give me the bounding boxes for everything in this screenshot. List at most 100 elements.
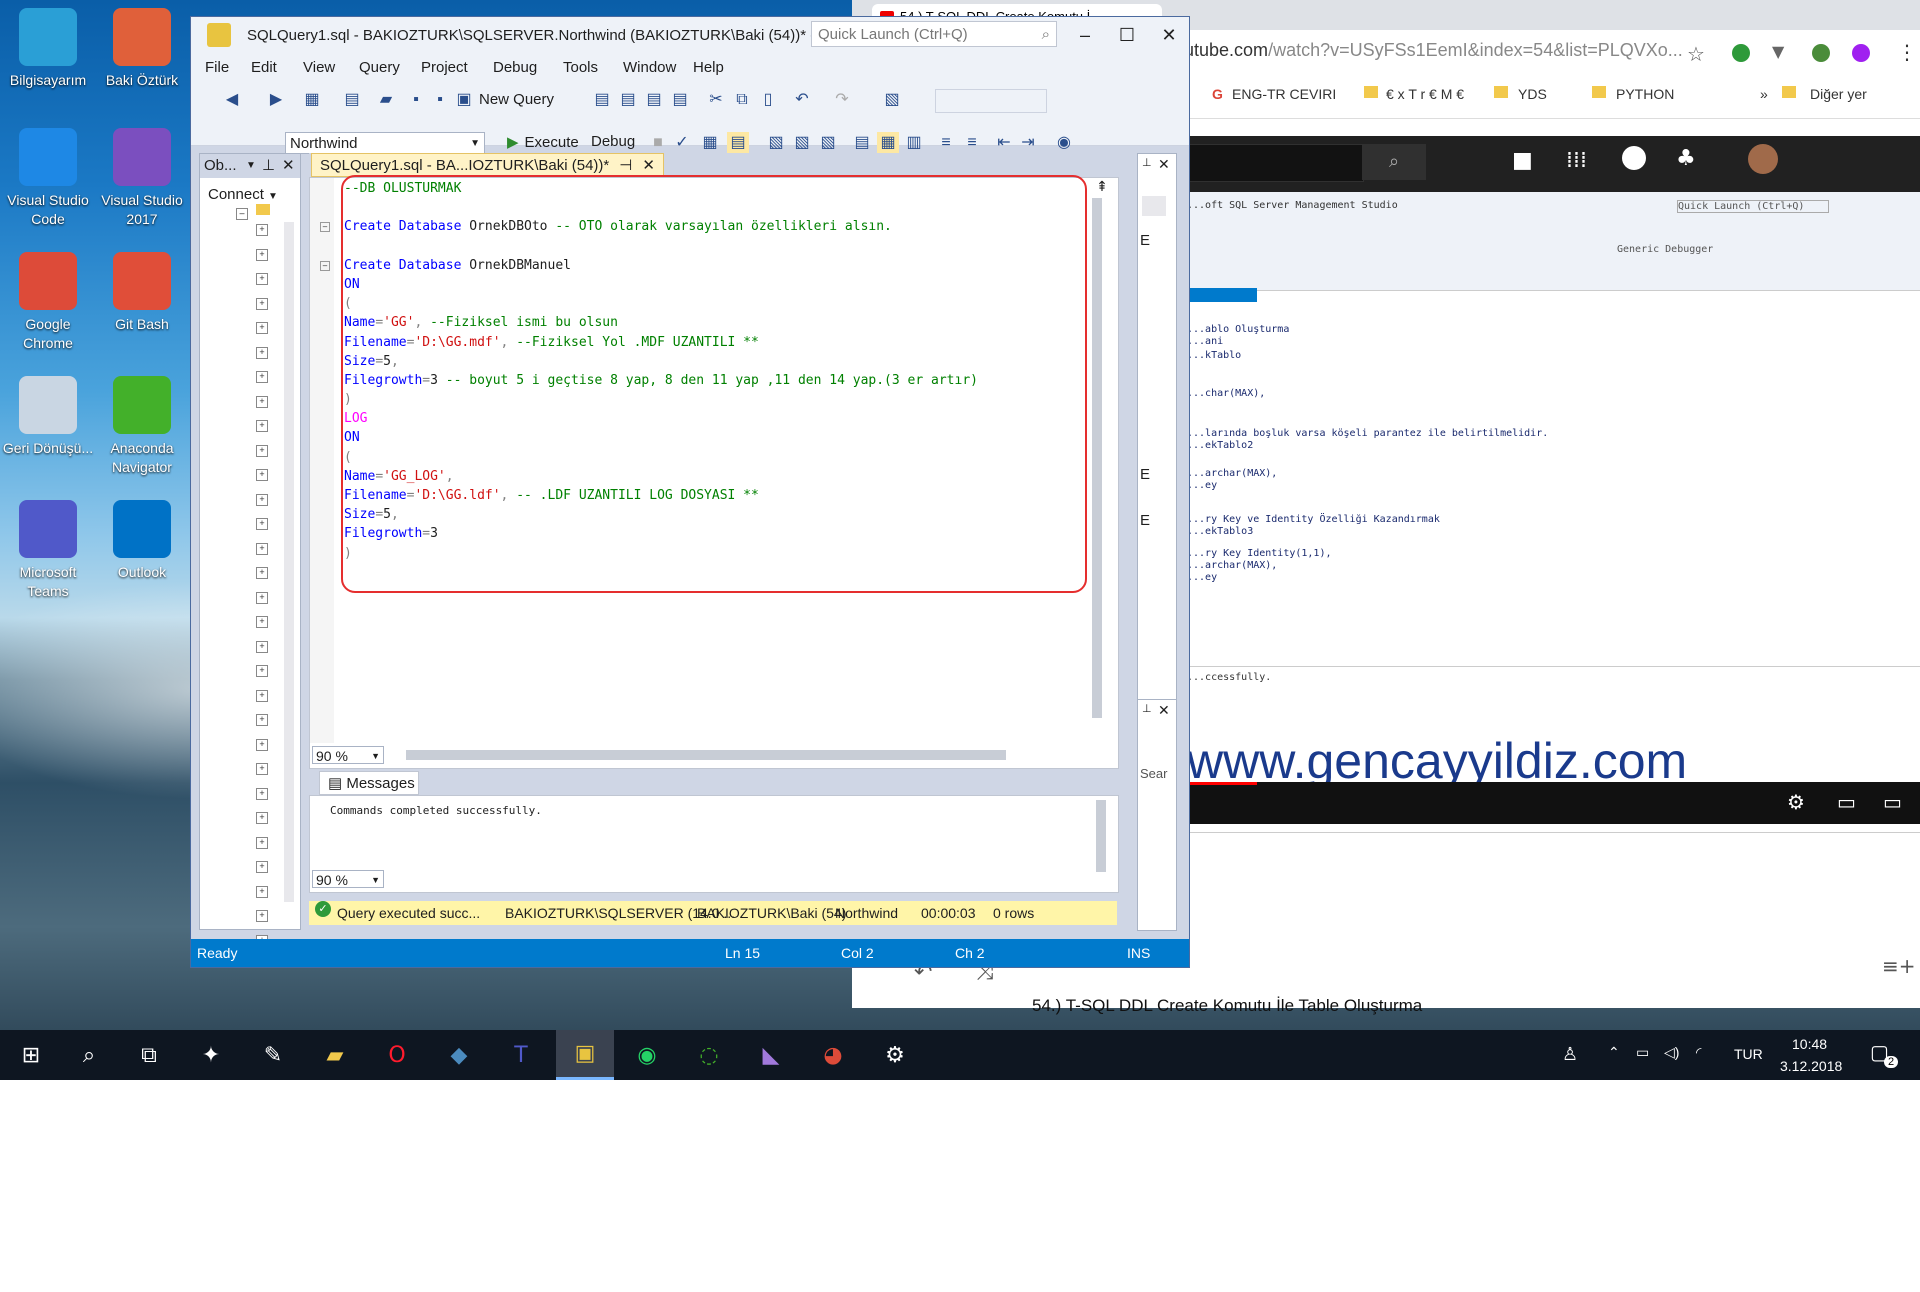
expand-node-icon[interactable]: + <box>256 273 268 285</box>
menu-item[interactable]: Project <box>421 59 468 76</box>
forward-icon[interactable]: ▶ <box>265 89 287 111</box>
close-icon[interactable]: ✕ <box>282 154 295 178</box>
close-icon[interactable]: ✕ <box>1158 702 1170 719</box>
ssms-taskbar-icon[interactable]: ▣ <box>556 1030 614 1080</box>
expand-node-icon[interactable]: + <box>256 567 268 579</box>
dax-query-icon[interactable]: ▤ <box>669 89 691 111</box>
settings-gear-icon[interactable]: ⚙ <box>1787 790 1805 814</box>
mdx-query-icon[interactable]: ▤ <box>591 89 613 111</box>
query-options-icon[interactable]: ▧ <box>791 132 813 154</box>
expand-node-icon[interactable]: + <box>256 518 268 530</box>
side-search-input[interactable]: Sear <box>1140 766 1167 781</box>
search-icon[interactable]: ⌕ <box>1362 144 1426 180</box>
undo-icon[interactable]: ↶ <box>791 89 813 111</box>
open-file-icon[interactable]: ▰ <box>375 89 397 111</box>
pin-icon[interactable]: ⊥ <box>1142 702 1152 715</box>
desktop-icon[interactable]: Visual Studio Code <box>0 128 96 229</box>
expand-node-icon[interactable]: + <box>256 493 268 506</box>
chrome-icon[interactable]: ◕ <box>804 1030 862 1080</box>
intellisense-icon[interactable]: ▧ <box>817 132 839 154</box>
increase-indent-icon[interactable]: ⇥ <box>1017 132 1039 154</box>
video-camera-icon[interactable]: ■ <box>1512 148 1533 173</box>
uncomment-icon[interactable]: ≡ <box>961 132 983 154</box>
expand-node-icon[interactable]: + <box>256 738 268 751</box>
start-button[interactable]: ⊞ <box>2 1030 60 1080</box>
expand-node-icon[interactable]: + <box>256 787 268 800</box>
theater-mode-icon[interactable]: ▭ <box>1883 790 1902 814</box>
file-results-icon[interactable]: ▥ <box>903 132 925 154</box>
extension-purple-icon[interactable] <box>1852 44 1870 62</box>
other-bookmarks[interactable]: Diğer yer <box>1810 86 1867 102</box>
anaconda-icon[interactable]: ◌ <box>680 1030 738 1080</box>
clock-date[interactable]: 3.12.2018 <box>1780 1058 1842 1074</box>
clock-time[interactable]: 10:48 <box>1792 1036 1827 1052</box>
results-grid-icon[interactable]: ▦ <box>699 132 721 154</box>
results-text-icon[interactable]: ▤ <box>727 132 749 154</box>
expand-node-icon[interactable]: + <box>256 640 268 653</box>
bookmark-item[interactable]: € x T r € M € <box>1386 86 1464 102</box>
execute-button[interactable]: ▶ Execute <box>507 133 579 151</box>
expand-node-icon[interactable]: + <box>256 444 268 457</box>
copy-icon[interactable]: ⧉ <box>731 89 753 111</box>
include-plan-icon[interactable]: ▤ <box>851 132 873 154</box>
xmla-query-icon[interactable]: ▤ <box>643 89 665 111</box>
pin-icon[interactable]: ⊣ <box>619 157 632 174</box>
chevron-up-icon[interactable]: ⌃ <box>1608 1044 1620 1061</box>
dropdown-icon[interactable]: ▼ <box>246 154 256 178</box>
sql-code[interactable]: --DB OLUSTURMAK Create Database OrnekDBOt… <box>344 179 978 563</box>
extension-v-icon[interactable]: ▼ <box>1772 42 1784 61</box>
search-icon[interactable]: ⌕ <box>60 1030 118 1080</box>
expand-node-icon[interactable]: + <box>256 885 268 898</box>
pin-icon[interactable]: ⊥ <box>1142 156 1152 169</box>
maximize-button[interactable]: ☐ <box>1107 21 1147 49</box>
back-icon[interactable]: ◀ <box>221 89 243 111</box>
desktop-icon[interactable]: Geri Dönüşü... <box>0 376 96 458</box>
expand-node-icon[interactable]: + <box>256 763 268 775</box>
address-bar[interactable]: utube.com/watch?v=USyFSs1EemI&index=54&l… <box>1184 40 1683 61</box>
language-indicator[interactable]: TUR <box>1734 1046 1763 1062</box>
expand-node-icon[interactable]: + <box>256 591 268 604</box>
menu-item[interactable]: View <box>303 59 335 76</box>
desktop-icon[interactable]: Outlook <box>94 500 190 582</box>
desktop-icon[interactable]: Microsoft Teams <box>0 500 96 601</box>
quick-launch-input[interactable]: Quick Launch (Ctrl+Q) ⌕ <box>811 21 1057 47</box>
extension-globe-icon[interactable] <box>1812 44 1830 62</box>
expand-node-icon[interactable]: + <box>256 616 268 628</box>
notifications-bell-icon[interactable]: ♣ <box>1676 146 1696 171</box>
side-panel[interactable]: ⊥ ✕ Sear <box>1137 699 1177 931</box>
comment-icon[interactable]: ≡ <box>935 132 957 154</box>
close-icon[interactable]: ✕ <box>1158 156 1170 173</box>
cut-icon[interactable]: ✂ <box>705 89 727 111</box>
database-select[interactable]: Northwind ▼ <box>285 132 485 154</box>
visual-studio-icon[interactable]: ◣ <box>742 1030 800 1080</box>
specify-values-icon[interactable]: ◉ <box>1053 132 1075 154</box>
pin-icon[interactable]: ⊥ <box>262 154 275 178</box>
connect-button[interactable]: Connect ▼ <box>208 186 278 203</box>
tab-sqlquery1[interactable]: SQLQuery1.sql - BA...IOZTURK\Baki (54))*… <box>311 153 664 177</box>
close-icon[interactable]: ✕ <box>642 157 655 174</box>
ssms-titlebar[interactable]: SQLQuery1.sql - BAKIOZTURK\SQLSERVER.Nor… <box>191 17 1189 53</box>
expand-node-icon[interactable]: + <box>256 812 268 824</box>
miniplayer-icon[interactable]: ▭ <box>1837 790 1856 814</box>
menu-item[interactable]: Help <box>693 59 724 76</box>
new-query-button[interactable]: New Query <box>479 91 554 108</box>
expand-node-icon[interactable]: + <box>256 297 268 310</box>
people-icon[interactable]: ♙ <box>1562 1044 1578 1065</box>
menu-item[interactable]: Window <box>623 59 676 76</box>
browser-menu-icon[interactable]: ⋮ <box>1897 40 1917 64</box>
volume-icon[interactable]: ◁) <box>1664 1044 1679 1061</box>
object-explorer-scrollbar[interactable] <box>284 222 294 902</box>
menu-item[interactable]: Tools <box>563 59 598 76</box>
bookmark-item[interactable]: ENG-TR CEVIRI <box>1232 86 1336 102</box>
expand-node-icon[interactable]: + <box>256 469 268 481</box>
menu-item[interactable]: Query <box>359 59 400 76</box>
ssms-window[interactable]: SQLQuery1.sql - BAKIOZTURK\SQLSERVER.Nor… <box>190 16 1190 968</box>
expand-node-icon[interactable]: + <box>256 542 268 555</box>
expand-node-icon[interactable]: + <box>256 836 268 849</box>
paste-icon[interactable]: ▯ <box>757 89 779 111</box>
bookmark-item[interactable]: YDS <box>1518 86 1547 102</box>
desktop-icon[interactable]: Baki Öztürk <box>94 8 190 90</box>
properties-grid-icon[interactable] <box>1142 196 1166 216</box>
expand-node-icon[interactable]: + <box>256 224 268 236</box>
menu-item[interactable]: Edit <box>251 59 277 76</box>
